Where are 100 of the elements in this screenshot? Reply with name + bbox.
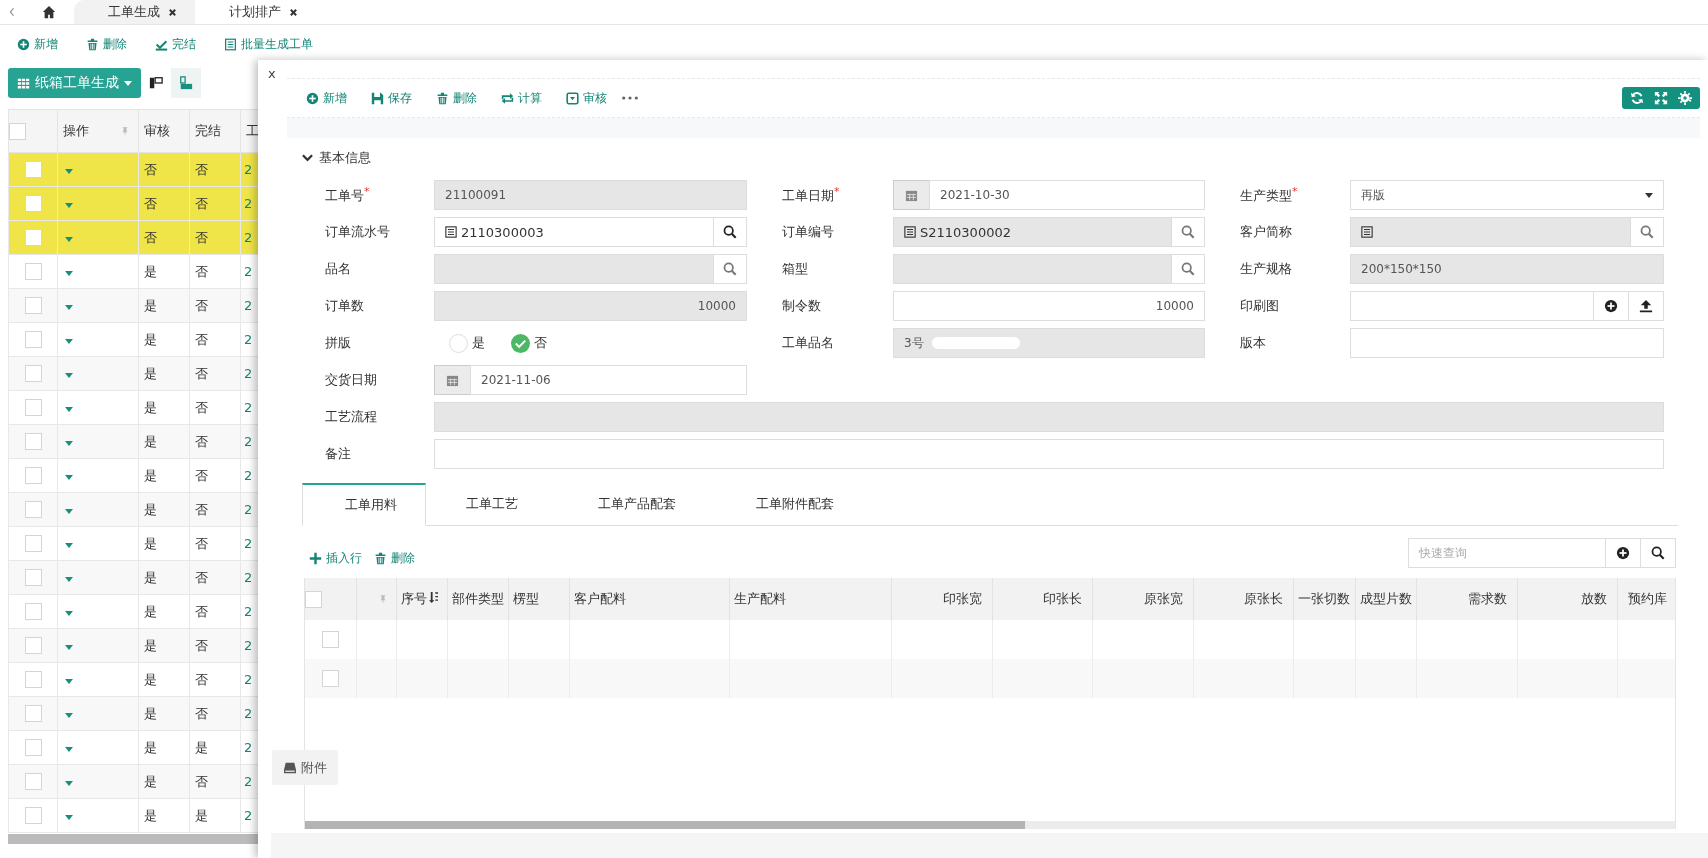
toolbar-button[interactable]: 删除 xyxy=(374,548,415,568)
text-field[interactable] xyxy=(434,402,1664,432)
column-header[interactable]: 完结 xyxy=(195,123,221,138)
checkbox[interactable] xyxy=(24,433,42,450)
text-field[interactable]: 3号 xyxy=(893,328,1205,358)
date-field[interactable]: 2021-10-30 xyxy=(929,180,1205,210)
settings-icon[interactable] xyxy=(1678,91,1692,105)
more-icon[interactable] xyxy=(621,96,639,100)
column-header[interactable]: 序号 xyxy=(400,591,427,606)
checkbox[interactable] xyxy=(321,670,339,687)
checkbox[interactable] xyxy=(305,590,322,608)
toolbar-button[interactable]: 删除 xyxy=(436,89,477,107)
checkbox[interactable] xyxy=(9,122,26,140)
column-header[interactable]: 原张宽 xyxy=(1143,591,1183,606)
checkbox[interactable] xyxy=(24,671,42,688)
tab[interactable]: 工单用料 xyxy=(302,483,426,526)
checkbox[interactable] xyxy=(24,195,42,212)
caret-icon[interactable] xyxy=(65,747,73,752)
column-header[interactable]: 需求数 xyxy=(1467,591,1507,606)
caret-icon[interactable] xyxy=(65,645,73,650)
checkbox[interactable] xyxy=(24,161,42,178)
lookup-field[interactable] xyxy=(893,254,1172,284)
radio-button[interactable] xyxy=(511,333,530,353)
sort-icon[interactable] xyxy=(428,592,438,603)
date-field[interactable]: 2021-11-06 xyxy=(470,365,747,395)
checkbox[interactable] xyxy=(24,501,42,518)
lookup-field[interactable] xyxy=(1350,217,1631,247)
search-button[interactable] xyxy=(1641,538,1676,568)
lookup-field[interactable] xyxy=(434,254,714,284)
tab[interactable]: 工单产品配套 xyxy=(558,483,716,525)
caret-icon[interactable] xyxy=(65,679,73,684)
toolbar-button[interactable]: 计算 xyxy=(501,89,542,107)
close-button[interactable]: x xyxy=(268,66,276,81)
close-icon[interactable] xyxy=(289,7,298,17)
lookup-field[interactable]: S2110300002 xyxy=(893,217,1172,247)
checkbox[interactable] xyxy=(321,631,339,648)
add-button[interactable] xyxy=(1606,538,1641,568)
radio-label[interactable]: 是 xyxy=(472,334,485,352)
column-header[interactable]: 原张长 xyxy=(1243,591,1283,606)
caret-icon[interactable] xyxy=(65,611,73,616)
text-field[interactable]: 21100091 xyxy=(434,180,747,210)
caret-icon[interactable] xyxy=(65,373,73,378)
text-field[interactable] xyxy=(434,439,1664,469)
checkbox[interactable] xyxy=(24,535,42,552)
text-field[interactable]: 10000 xyxy=(893,291,1205,321)
caret-icon[interactable] xyxy=(65,407,73,412)
home-icon[interactable] xyxy=(42,5,56,19)
text-field[interactable] xyxy=(1350,328,1664,358)
toolbar-button[interactable]: 批量生成工单 xyxy=(224,35,313,53)
caret-icon[interactable] xyxy=(65,815,73,820)
caret-icon[interactable] xyxy=(65,305,73,310)
checkbox[interactable] xyxy=(24,229,42,246)
select-field[interactable]: 再版 xyxy=(1350,180,1664,210)
caret-icon[interactable] xyxy=(65,203,73,208)
caret-icon[interactable] xyxy=(65,475,73,480)
checkbox[interactable] xyxy=(24,739,42,756)
column-header[interactable]: 印张长 xyxy=(1042,591,1082,606)
caret-icon[interactable] xyxy=(65,237,73,242)
checkbox[interactable] xyxy=(24,705,42,722)
layout-toggle-button[interactable] xyxy=(171,68,201,98)
checkbox[interactable] xyxy=(24,603,42,620)
tab[interactable]: 工单工艺 xyxy=(426,483,558,525)
checkbox[interactable] xyxy=(24,331,42,348)
column-header[interactable]: 操作 xyxy=(63,123,89,138)
search-button[interactable] xyxy=(714,217,747,247)
tab[interactable]: 工单生成 xyxy=(74,0,195,24)
lookup-field[interactable]: 2110300003 xyxy=(434,217,714,247)
column-header[interactable]: 印张宽 xyxy=(942,591,982,606)
toolbar-button[interactable]: 删除 xyxy=(86,35,127,53)
checkbox[interactable] xyxy=(24,263,42,280)
attachment-button[interactable]: 附件 xyxy=(272,750,338,785)
caret-icon[interactable] xyxy=(65,577,73,582)
checkbox[interactable] xyxy=(24,365,42,382)
text-field[interactable]: 200*150*150 xyxy=(1350,254,1664,284)
expand-icon[interactable] xyxy=(1654,91,1668,105)
column-header[interactable]: 客户配料 xyxy=(573,591,626,606)
column-header[interactable]: 生产配料 xyxy=(733,591,786,606)
column-header[interactable]: 放数 xyxy=(1580,591,1607,606)
tab[interactable]: 计划排产 xyxy=(195,0,316,24)
caret-icon[interactable] xyxy=(65,271,73,276)
upload-button[interactable] xyxy=(1629,291,1664,321)
refresh-icon[interactable] xyxy=(1630,91,1644,105)
toolbar-button[interactable]: 审核 xyxy=(566,89,607,107)
checkbox[interactable] xyxy=(24,637,42,654)
caret-icon[interactable] xyxy=(65,339,73,344)
text-field[interactable]: 10000 xyxy=(434,291,747,321)
checkbox[interactable] xyxy=(24,467,42,484)
checkbox[interactable] xyxy=(24,807,42,824)
close-icon[interactable] xyxy=(168,7,177,17)
add-button[interactable] xyxy=(1594,291,1629,321)
checkbox[interactable] xyxy=(24,297,42,314)
calendar-button[interactable] xyxy=(434,365,470,395)
toolbar-button[interactable]: 完结 xyxy=(155,35,196,53)
caret-icon[interactable] xyxy=(65,509,73,514)
caret-icon[interactable] xyxy=(65,441,73,446)
caret-icon[interactable] xyxy=(65,169,73,174)
checkbox[interactable] xyxy=(24,399,42,416)
scrollbar[interactable] xyxy=(8,834,258,844)
file-field[interactable] xyxy=(1350,291,1594,321)
radio-label[interactable]: 否 xyxy=(534,334,547,352)
